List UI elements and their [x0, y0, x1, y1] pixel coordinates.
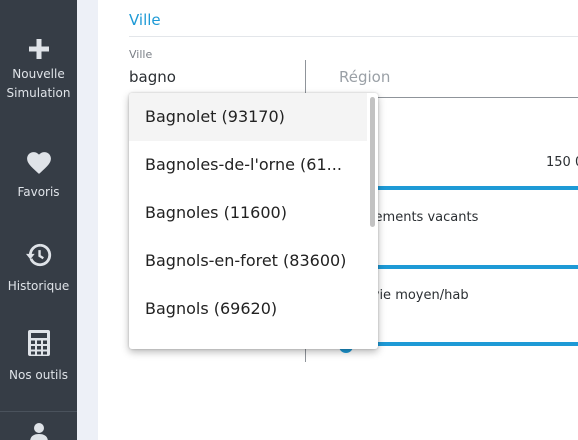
autocomplete-option[interactable]: Bagnoles (11600) — [129, 189, 367, 237]
city-input[interactable] — [129, 66, 299, 88]
city-field-label: Ville — [129, 48, 153, 61]
city-autocomplete-dropdown: Bagnolet (93170) Bagnoles-de-l'orne (61.… — [129, 93, 378, 349]
sidebar-item-favoris[interactable]: Favoris — [0, 151, 77, 202]
heart-icon — [26, 152, 51, 174]
sidebar-item-nouvelle-simulation[interactable]: Nouvelle Simulation — [0, 38, 77, 103]
sidebar-item-historique[interactable]: Historique — [0, 242, 77, 296]
calculator-icon — [27, 330, 50, 356]
region-field[interactable]: Région — [339, 68, 390, 86]
sidebar: Nouvelle Simulation Favoris Historique N… — [0, 0, 77, 440]
autocomplete-option[interactable]: Bagnoles-de-l'orne (61... — [129, 141, 367, 189]
app-window: Nouvelle Simulation Favoris Historique N… — [0, 0, 578, 440]
content-gutter — [77, 0, 98, 440]
section-title: Ville — [129, 11, 161, 29]
autocomplete-option[interactable]: Bagnols-en-foret (83600) — [129, 237, 367, 285]
plus-icon — [28, 39, 49, 59]
user-icon — [29, 423, 48, 440]
sidebar-item-nos-outils[interactable]: Nos outils — [0, 329, 77, 385]
sidebar-divider — [0, 411, 77, 412]
dropdown-scrollbar[interactable] — [370, 97, 375, 227]
autocomplete-option[interactable]: Bagnols (69620) — [129, 285, 367, 333]
sidebar-item-account[interactable] — [0, 422, 77, 440]
param-value: 150 0 — [546, 155, 578, 170]
history-icon — [25, 243, 51, 267]
section-divider — [129, 36, 578, 37]
autocomplete-option[interactable]: Bagnolet (93170) — [129, 93, 367, 141]
